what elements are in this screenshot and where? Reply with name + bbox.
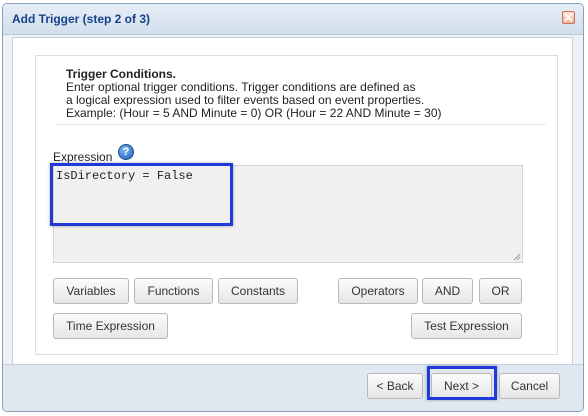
or-button[interactable]: OR [479, 278, 522, 304]
and-button[interactable]: AND [422, 278, 473, 304]
functions-button[interactable]: Functions [134, 278, 213, 304]
add-trigger-dialog: Add Trigger (step 2 of 3) Trigger Condit… [2, 3, 584, 412]
time-expression-button[interactable]: Time Expression [53, 313, 168, 339]
test-expression-button[interactable]: Test Expression [411, 313, 522, 339]
operators-button[interactable]: Operators [338, 278, 418, 304]
dialog-title: Add Trigger (step 2 of 3) [12, 12, 151, 26]
expression-value: IsDirectory = False [56, 169, 193, 183]
separator [56, 124, 546, 125]
question-icon[interactable]: ? [118, 144, 134, 160]
expression-input[interactable]: IsDirectory = False [53, 165, 523, 263]
resize-grip-icon[interactable] [513, 253, 521, 261]
expression-label: Expression [53, 150, 113, 164]
dialog-body: Trigger Conditions. Enter optional trigg… [12, 37, 573, 367]
back-button[interactable]: < Back [367, 373, 423, 399]
close-button[interactable] [562, 11, 575, 24]
conditions-panel: Trigger Conditions. Enter optional trigg… [35, 55, 558, 355]
dialog-footer: < Back Next > Cancel [3, 364, 583, 411]
constants-button[interactable]: Constants [218, 278, 298, 304]
cancel-button[interactable]: Cancel [499, 373, 560, 399]
dialog-titlebar: Add Trigger (step 2 of 3) [3, 4, 583, 35]
close-icon [564, 13, 573, 22]
next-button[interactable]: Next > [431, 373, 492, 399]
variables-button[interactable]: Variables [53, 278, 129, 304]
intro-text: Trigger Conditions. Enter optional trigg… [66, 68, 516, 120]
intro-line: Example: (Hour = 5 AND Minute = 0) OR (H… [66, 106, 442, 120]
